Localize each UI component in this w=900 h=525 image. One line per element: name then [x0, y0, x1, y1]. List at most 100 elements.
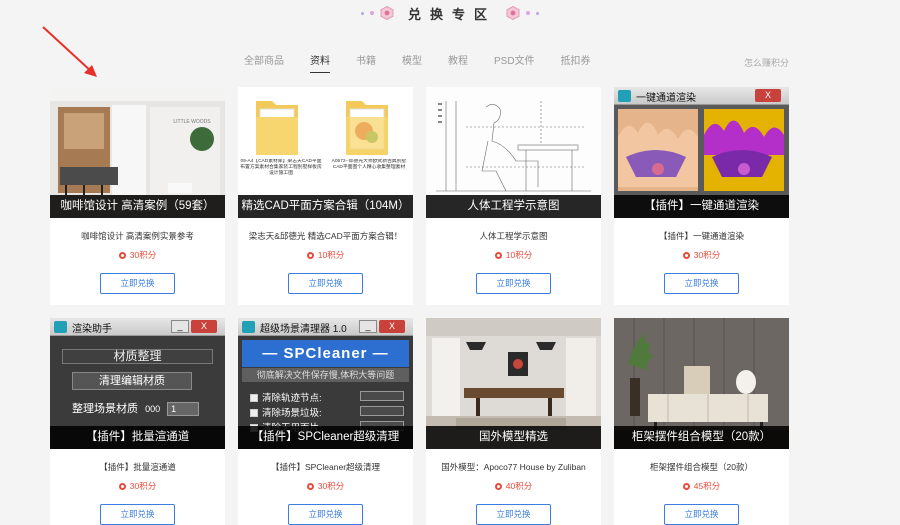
panel-row-label: 整理场景材质 — [72, 403, 138, 415]
product-card[interactable]: 柜架摆件组合模型（20款） 柜架摆件组合模型（20款） 45积分 立即兑换 — [614, 318, 789, 525]
product-card[interactable]: 超级场景清理器 1.0 _ X — SPCleaner — 彻底解决文件保存慢,… — [238, 318, 413, 525]
tab-psd[interactable]: PSD文件 — [494, 52, 535, 68]
product-points: 45积分 — [614, 480, 789, 492]
product-card[interactable]: 人体工程学示意图 人体工程学示意图 10积分 立即兑换 — [426, 87, 601, 305]
panel-spin-value: 1 — [171, 404, 177, 415]
decor-dot-icon — [369, 11, 374, 15]
product-caption: 人体工程学示意图 — [426, 195, 601, 218]
plugin-logo-icon — [242, 321, 255, 333]
points-coin-icon — [306, 251, 314, 259]
redeem-button[interactable]: 立即兑换 — [664, 504, 739, 525]
product-card[interactable]: 一键通道渲染 X 【插件】一键通道渲染 【插件】一键通道渲染 30积分 立即兑换 — [614, 87, 789, 305]
category-tabs: 全部商品 资料 书籍 模型 教程 PSD文件 抵扣券 — [244, 52, 591, 73]
product-description: 【插件】SPCleaner超级清理 — [270, 462, 381, 472]
redeem-button[interactable]: 立即兑换 — [100, 504, 175, 525]
product-description: 咖啡馆设计 高清案例实景参考 — [81, 231, 194, 241]
redeem-button[interactable]: 立即兑换 — [664, 273, 739, 294]
annotation-arrow-icon — [42, 26, 97, 77]
redeem-button[interactable]: 立即兑换 — [100, 273, 175, 294]
redeem-button[interactable]: 立即兑换 — [476, 504, 551, 525]
spcleaner-option: 清除场景垃圾: — [250, 405, 404, 419]
product-description: 梁志天&邱德光 精选CAD平面方案合辑！ — [248, 231, 403, 241]
how-to-earn-link[interactable]: 怎么赚积分 — [744, 56, 789, 69]
close-icon: X — [379, 320, 405, 333]
product-points: 30积分 — [614, 249, 789, 261]
spcleaner-subtitle: 彻底解决文件保存慢,体积大等问题 — [242, 368, 409, 382]
product-description: 人体工程学示意图 — [479, 231, 548, 241]
product-thumbnail[interactable]: 柜架摆件组合模型（20款） — [614, 318, 789, 449]
points-value: 40积分 — [505, 481, 533, 491]
folder-label: 09-A4【CAD素材库】梁志天CAD平面布置方案素材合集家装工程别墅样板房设计… — [240, 159, 322, 176]
product-card[interactable]: 09-A4【CAD素材库】梁志天CAD平面布置方案素材合集家装工程别墅样板房设计… — [238, 87, 413, 305]
plugin-window-title: 渲染助手 — [72, 324, 112, 335]
minimize-icon: _ — [359, 320, 377, 333]
exchange-zone-page: 兑换专区 全部商品 资料 书籍 模型 教程 PSD文件 抵扣券 怎么赚积分 LI… — [0, 0, 900, 525]
plugin-window-title: 超级场景清理器 1.0 — [260, 324, 347, 335]
folder-label: A0572--邱德光大师欧式新古典别墅CAD平面图个人精心收集整理素材 — [331, 159, 407, 170]
tab-vouchers[interactable]: 抵扣券 — [561, 52, 591, 68]
redeem-button[interactable]: 立即兑换 — [476, 273, 551, 294]
decor-dot-icon — [526, 11, 530, 15]
points-coin-icon — [682, 251, 690, 259]
zone-title: 兑换专区 — [0, 4, 900, 22]
redeem-button[interactable]: 立即兑换 — [288, 273, 363, 294]
points-value: 10积分 — [505, 250, 533, 260]
option-field — [360, 391, 404, 401]
product-caption: 柜架摆件组合模型（20款） — [614, 426, 789, 449]
svg-text:LITTLE WOODS: LITTLE WOODS — [173, 119, 211, 125]
product-points: 30积分 — [50, 480, 225, 492]
tab-materials[interactable]: 资料 — [310, 52, 330, 73]
points-value: 10积分 — [317, 250, 345, 260]
product-points: 10积分 — [238, 249, 413, 261]
points-value: 30积分 — [129, 250, 157, 260]
product-points: 30积分 — [50, 249, 225, 261]
product-thumbnail[interactable]: LITTLE WOODS 咖啡馆设计 高清案例（59套） — [50, 87, 225, 218]
points-value: 30积分 — [129, 481, 157, 491]
plugin-window-titlebar: 渲染助手 _ X — [50, 318, 225, 336]
tab-models[interactable]: 模型 — [402, 52, 422, 68]
product-caption: 【插件】批量渲通道 — [50, 426, 225, 449]
tab-tutorials[interactable]: 教程 — [448, 52, 468, 68]
hexagon-icon — [380, 6, 394, 20]
plugin-window-titlebar: 超级场景清理器 1.0 _ X — [238, 318, 413, 336]
zone-title-text: 兑换专区 — [407, 6, 496, 22]
product-points: 30积分 — [238, 480, 413, 492]
product-card[interactable]: LITTLE WOODS 咖啡馆设计 高清案例（59套） 咖啡馆设计 高清案例实… — [50, 87, 225, 305]
points-value: 30积分 — [317, 481, 345, 491]
product-thumbnail[interactable]: 一键通道渲染 X 【插件】一键通道渲染 — [614, 87, 789, 218]
product-caption: 国外模型精选 — [426, 426, 601, 449]
decor-dot-icon — [536, 11, 539, 15]
points-coin-icon — [118, 251, 126, 259]
product-caption: 【插件】SPCleaner超级清理 — [238, 426, 413, 449]
plugin-logo-icon — [54, 321, 67, 333]
product-card[interactable]: 渲染助手 _ X 材质整理 清理编辑材质 整理场景材质 000 1 【插件】批量… — [50, 318, 225, 525]
close-icon: X — [191, 320, 217, 333]
product-points: 10积分 — [426, 249, 601, 261]
redeem-button[interactable]: 立即兑换 — [288, 504, 363, 525]
product-description: 【插件】一键通道渲染 — [658, 231, 744, 241]
spcleaner-banner: — SPCleaner — — [242, 340, 409, 367]
panel-heading: 材质整理 — [62, 349, 213, 364]
product-thumbnail[interactable]: 人体工程学示意图 — [426, 87, 601, 218]
tab-all[interactable]: 全部商品 — [244, 52, 284, 68]
option-label: 清除轨迹节点: — [262, 393, 322, 404]
product-caption: 咖啡馆设计 高清案例（59套） — [50, 195, 225, 218]
points-coin-icon — [306, 482, 314, 490]
product-caption: 【插件】一键通道渲染 — [614, 195, 789, 218]
tab-books[interactable]: 书籍 — [356, 52, 376, 68]
product-thumbnail[interactable]: 超级场景清理器 1.0 _ X — SPCleaner — 彻底解决文件保存慢,… — [238, 318, 413, 449]
hexagon-icon — [506, 6, 520, 20]
product-grid: LITTLE WOODS 咖啡馆设计 高清案例（59套） 咖啡馆设计 高清案例实… — [50, 87, 789, 525]
spcleaner-option: 清除轨迹节点: — [250, 390, 404, 404]
product-thumbnail[interactable]: 09-A4【CAD素材库】梁志天CAD平面布置方案素材合集家装工程别墅样板房设计… — [238, 87, 413, 218]
points-coin-icon — [118, 482, 126, 490]
points-coin-icon — [682, 482, 690, 490]
checkbox-icon — [250, 409, 258, 418]
panel-button: 清理编辑材质 — [72, 372, 192, 390]
product-description: 国外模型：Apoco77 House by Zuliban — [441, 462, 586, 472]
product-thumbnail[interactable]: 渲染助手 _ X 材质整理 清理编辑材质 整理场景材质 000 1 【插件】批量… — [50, 318, 225, 449]
product-thumbnail[interactable]: 国外模型精选 — [426, 318, 601, 449]
points-coin-icon — [494, 482, 502, 490]
points-value: 45积分 — [693, 481, 721, 491]
product-card[interactable]: 国外模型精选 国外模型：Apoco77 House by Zuliban 40积… — [426, 318, 601, 525]
